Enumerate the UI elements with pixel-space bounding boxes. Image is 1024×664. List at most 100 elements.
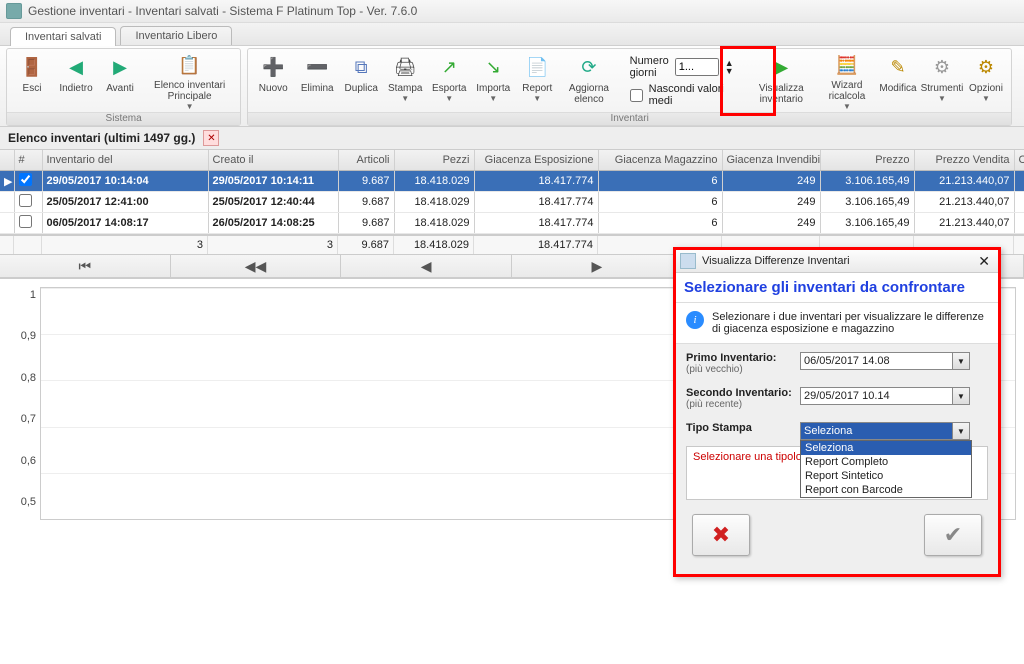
- dialog-title-bar[interactable]: Visualizza Differenze Inventari ✕: [676, 250, 998, 273]
- tipo-stampa-value: Seleziona: [801, 423, 952, 439]
- col-prezzo[interactable]: Prezzo: [820, 150, 914, 171]
- col-giacenza-invendibili[interactable]: Giacenza Invendibili: [722, 150, 820, 171]
- row-checkbox[interactable]: [19, 215, 32, 228]
- total-articoli: 9.687: [338, 236, 394, 254]
- report-button[interactable]: 📄Report▼: [516, 51, 558, 111]
- total-gia-esp: 18.417.774: [474, 236, 598, 254]
- visualizza-inventario-button[interactable]: ▶Visualizza inventario: [746, 51, 817, 111]
- secondo-inventario-value: 29/05/2017 10.14: [801, 388, 952, 404]
- strumenti-button[interactable]: ⚙Strumenti▼: [921, 51, 963, 111]
- secondo-inventario-select[interactable]: 29/05/2017 10.14 ▼: [800, 387, 970, 405]
- primo-inventario-select[interactable]: 06/05/2017 14.08 ▼: [800, 352, 970, 370]
- export-icon: ↗: [435, 53, 463, 81]
- ok-button[interactable]: ✔: [924, 514, 982, 556]
- minus-icon: ➖: [303, 53, 331, 81]
- col-pezzi[interactable]: Pezzi: [394, 150, 474, 171]
- opzioni-button[interactable]: ⚙Opzioni▼: [965, 51, 1007, 111]
- col-prezzo-vendita[interactable]: Prezzo Vendita: [914, 150, 1014, 171]
- total-costo-med: 697: [1014, 236, 1024, 254]
- dropdown-option[interactable]: Report con Barcode: [801, 483, 971, 497]
- esporta-button[interactable]: ↗Esporta▼: [428, 51, 470, 111]
- dropdown-option[interactable]: Seleziona: [801, 441, 971, 455]
- col-creato-il[interactable]: Creato il: [208, 150, 338, 171]
- gear-icon: ⚙: [972, 53, 1000, 81]
- tab-inventario-libero[interactable]: Inventario Libero: [120, 26, 232, 45]
- tab-inventari-salvati[interactable]: Inventari salvati: [10, 27, 116, 46]
- inventory-grid: # Inventario del Creato il Articoli Pezz…: [0, 150, 1024, 235]
- tipo-stampa-select[interactable]: Seleziona ▼ SelezionaReport CompletoRepo…: [800, 422, 970, 440]
- dropdown-option[interactable]: Report Sintetico: [801, 469, 971, 483]
- duplicate-icon: ⧉: [347, 53, 375, 81]
- col-giacenza-magazzino[interactable]: Giacenza Magazzino: [598, 150, 722, 171]
- y-tick-label: 0,9: [8, 330, 36, 342]
- col-idx[interactable]: #: [14, 150, 42, 171]
- aggiorna-button[interactable]: ⟳Aggiorna elenco: [560, 51, 617, 111]
- importa-button[interactable]: ↘Importa▼: [472, 51, 514, 111]
- esci-button[interactable]: 🚪Esci: [11, 51, 53, 111]
- stampa-button[interactable]: 🖨Stampa▼: [384, 51, 426, 111]
- differenze-inventari-dialog: Visualizza Differenze Inventari ✕ Selezi…: [673, 247, 1001, 577]
- nav-first-button[interactable]: ⏮: [0, 255, 171, 277]
- col-arrow[interactable]: [0, 150, 14, 171]
- secondo-inventario-label: Secondo Inventario:: [686, 387, 792, 399]
- row-checkbox[interactable]: [19, 194, 32, 207]
- list-title: Elenco inventari (ultimi 1497 gg.): [8, 131, 195, 145]
- app-tabs: Inventari salvati Inventario Libero: [0, 23, 1024, 46]
- numero-giorni-label: Numero giorni: [630, 55, 669, 79]
- col-inventario-del[interactable]: Inventario del: [42, 150, 208, 171]
- elenco-principale-button[interactable]: 📋Elenco inventari Principale▼: [143, 51, 236, 111]
- table-row[interactable]: ▶29/05/2017 10:14:0429/05/2017 10:14:119…: [0, 171, 1024, 192]
- col-costo-medi[interactable]: Costo Medi: [1014, 150, 1024, 171]
- dropdown-option[interactable]: Report Completo: [801, 455, 971, 469]
- wizard-button[interactable]: 🧮Wizard ricalcola▼: [819, 51, 875, 111]
- dialog-close-button[interactable]: ✕: [974, 253, 994, 270]
- chevron-down-icon: ▼: [401, 94, 409, 103]
- chart-y-axis: 10,90,80,70,60,5: [8, 287, 40, 520]
- nav-fwd-button[interactable]: ▶: [512, 255, 683, 277]
- grid-header-row: # Inventario del Creato il Articoli Pezz…: [0, 150, 1024, 171]
- table-row[interactable]: 06/05/2017 14:08:1726/05/2017 14:08:259.…: [0, 213, 1024, 234]
- chevron-down-icon: ▼: [843, 102, 851, 111]
- nascondi-checkbox[interactable]: [630, 89, 643, 102]
- exit-icon: 🚪: [18, 53, 46, 81]
- row-checkbox[interactable]: [19, 173, 32, 186]
- primo-inventario-value: 06/05/2017 14.08: [801, 353, 952, 369]
- edit-icon: ✎: [884, 53, 912, 81]
- col-articoli[interactable]: Articoli: [338, 150, 394, 171]
- duplica-button[interactable]: ⧉Duplica: [340, 51, 382, 111]
- primo-inventario-sublabel: (più vecchio): [686, 364, 796, 375]
- y-tick-label: 0,5: [8, 496, 36, 508]
- stepper-icon[interactable]: ▲▼: [725, 59, 734, 75]
- ribbon-group-label-sistema: Sistema: [7, 112, 240, 125]
- ribbon-misc: Numero giorni ▲▼ Nascondi valori medi: [620, 51, 744, 111]
- elimina-button[interactable]: ➖Elimina: [296, 51, 338, 111]
- numero-giorni-input[interactable]: [675, 58, 719, 76]
- cancel-button[interactable]: ✖: [692, 514, 750, 556]
- table-row[interactable]: 25/05/2017 12:41:0025/05/2017 12:40:449.…: [0, 192, 1024, 213]
- chevron-down-icon: ▼: [445, 94, 453, 103]
- nuovo-button[interactable]: ➕Nuovo: [252, 51, 294, 111]
- avanti-button[interactable]: ▶Avanti: [99, 51, 141, 111]
- col-giacenza-esposizione[interactable]: Giacenza Esposizione: [474, 150, 598, 171]
- plus-icon: ➕: [259, 53, 287, 81]
- chevron-down-icon: ▼: [952, 388, 969, 404]
- close-list-icon[interactable]: ✕: [203, 130, 219, 146]
- chevron-down-icon: ▼: [982, 94, 990, 103]
- total-count2: 3: [208, 236, 338, 254]
- y-tick-label: 0,6: [8, 455, 36, 467]
- nav-prev-button[interactable]: ◀◀: [171, 255, 342, 277]
- ribbon: 🚪Esci ◀Indietro ▶Avanti 📋Elenco inventar…: [0, 46, 1024, 127]
- indietro-button[interactable]: ◀Indietro: [55, 51, 97, 111]
- dialog-icon: [680, 253, 696, 269]
- back-icon: ◀: [62, 53, 90, 81]
- y-tick-label: 1: [8, 289, 36, 301]
- chevron-down-icon: ▼: [186, 102, 194, 111]
- ribbon-group-inventari: ➕Nuovo ➖Elimina ⧉Duplica 🖨Stampa▼ ↗Espor…: [247, 48, 1012, 126]
- nav-back-button[interactable]: ◀: [341, 255, 512, 277]
- primo-inventario-label: Primo Inventario:: [686, 352, 776, 364]
- modifica-button[interactable]: ✎Modifica: [877, 51, 919, 111]
- tipo-stampa-dropdown[interactable]: SelezionaReport CompletoReport Sintetico…: [800, 440, 972, 498]
- chevron-down-icon: ▼: [489, 94, 497, 103]
- import-icon: ↘: [479, 53, 507, 81]
- window-title: Gestione inventari - Inventari salvati -…: [28, 4, 417, 18]
